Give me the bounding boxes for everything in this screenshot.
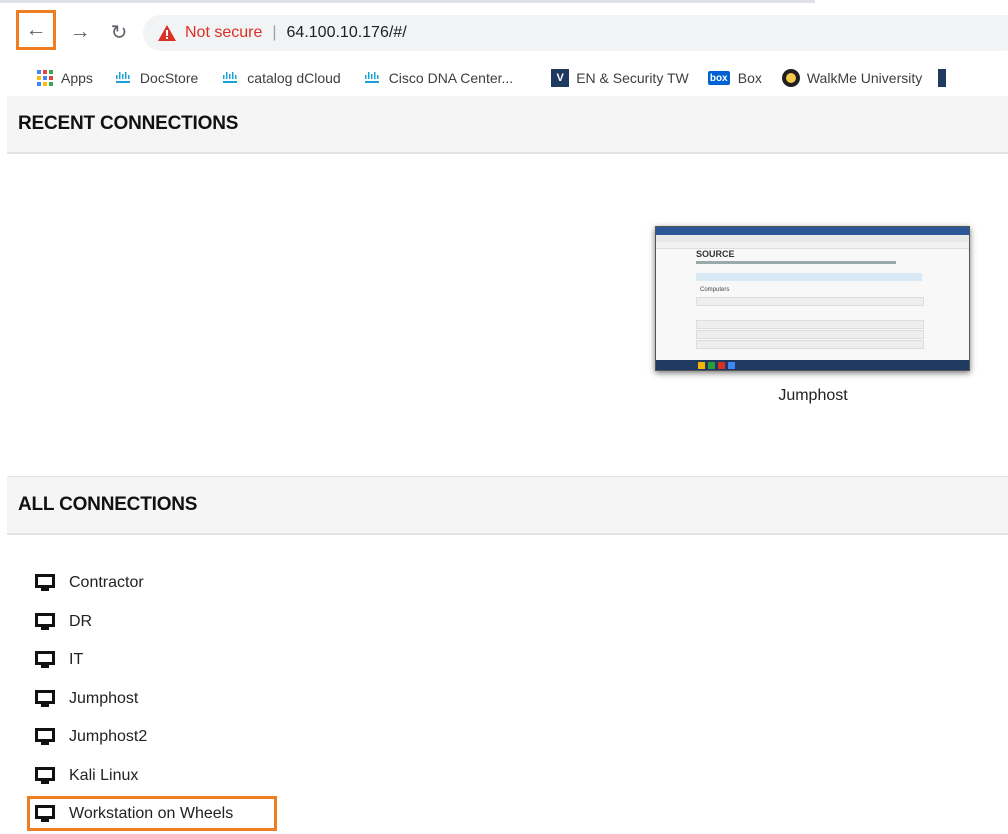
monitor-icon [35, 612, 55, 632]
forward-button[interactable]: → [62, 14, 98, 50]
back-button[interactable]: ← [16, 10, 56, 50]
cisco-logo-icon [115, 69, 133, 87]
monitor-icon [35, 573, 55, 593]
bookmarks-bar: Apps DocStore catalog dCloud Cisco DNA C… [0, 63, 1008, 93]
arrow-right-icon: → [69, 20, 91, 43]
recent-connections-header: RECENT CONNECTIONS [7, 96, 1008, 154]
connection-item[interactable]: Jumphost [35, 680, 233, 719]
recent-connection-jumphost[interactable]: SOURCE Computers Jumphost [655, 226, 971, 406]
bookmark-label: Cisco DNA Center... [388, 70, 514, 86]
connection-name[interactable]: Jumphost [655, 387, 971, 405]
bookmark-favicon-icon [938, 69, 947, 87]
bookmark-box[interactable]: box Box [707, 69, 762, 87]
bookmark-label: Apps [61, 70, 93, 86]
highlight-box [27, 796, 277, 831]
bookmark-label: EN & Security TW [576, 70, 689, 86]
monitor-icon [35, 689, 55, 709]
address-divider: | [272, 24, 277, 41]
connection-item-highlighted[interactable]: Workstation on Wheels [27, 795, 277, 834]
cisco-logo-icon [364, 69, 382, 87]
recent-connections-title: RECENT CONNECTIONS [18, 113, 239, 134]
thumbnail-logo: SOURCE [696, 249, 735, 259]
connection-name: Contractor [69, 574, 144, 592]
walkme-logo-icon [781, 69, 800, 87]
bookmark-walkme-university[interactable]: WalkMe University [781, 69, 923, 87]
connection-name: Jumphost2 [69, 728, 148, 746]
bookmark-label: catalog dCloud [247, 70, 341, 86]
monitor-icon [35, 650, 55, 670]
connection-thumbnail[interactable]: SOURCE Computers [655, 226, 970, 371]
connection-item[interactable]: IT [35, 641, 233, 680]
connection-item[interactable]: Kali Linux [35, 757, 233, 796]
connection-name: DR [69, 612, 93, 630]
apps-grid-icon [36, 69, 54, 87]
bookmark-docstore[interactable]: DocStore [115, 69, 198, 87]
security-status-label[interactable]: Not secure [185, 24, 262, 42]
connection-name: Jumphost [69, 689, 139, 707]
monitor-icon [35, 727, 55, 747]
thumbnail-heading: Computers [700, 287, 730, 293]
connection-item[interactable]: Jumphost2 [35, 718, 233, 757]
bookmark-catalog-dcloud[interactable]: catalog dCloud [222, 69, 341, 87]
warning-triangle-icon[interactable] [157, 23, 177, 43]
monitor-icon [35, 766, 55, 786]
cisco-logo-icon [222, 69, 240, 87]
arrow-left-icon: ← [25, 18, 47, 41]
browser-toolbar: ← → ↻ Not secure | 64.100.10.176/#/ [0, 0, 1008, 66]
url-text[interactable]: 64.100.10.176/#/ [287, 24, 407, 42]
v-logo-icon: V [551, 69, 570, 87]
connection-item[interactable]: Contractor [35, 564, 233, 603]
reload-icon: ↻ [110, 21, 128, 44]
bookmark-en-security-tw[interactable]: V EN & Security TW [551, 69, 689, 87]
reload-button[interactable]: ↻ [101, 14, 137, 50]
all-connections-header: ALL CONNECTIONS [7, 476, 1008, 535]
bookmark-apps[interactable]: Apps [36, 69, 93, 87]
bookmark-cisco-dna-center[interactable]: Cisco DNA Center... [364, 69, 514, 87]
bookmark-label: Box [737, 70, 762, 86]
connection-item[interactable]: DR [35, 603, 233, 642]
address-bar[interactable]: Not secure | 64.100.10.176/#/ [143, 15, 1008, 51]
bookmark-overflow[interactable] [938, 69, 947, 87]
connection-name: Kali Linux [69, 766, 139, 784]
all-connections-title: ALL CONNECTIONS [18, 494, 198, 515]
bookmark-label: WalkMe University [806, 70, 923, 86]
connection-list: Contractor DR IT Jumphost Jumphost2 Kali… [27, 564, 277, 834]
bookmark-label: DocStore [139, 70, 199, 86]
connection-name: IT [69, 651, 84, 669]
tab-strip-edge [0, 0, 815, 3]
box-logo-icon: box [707, 69, 731, 87]
